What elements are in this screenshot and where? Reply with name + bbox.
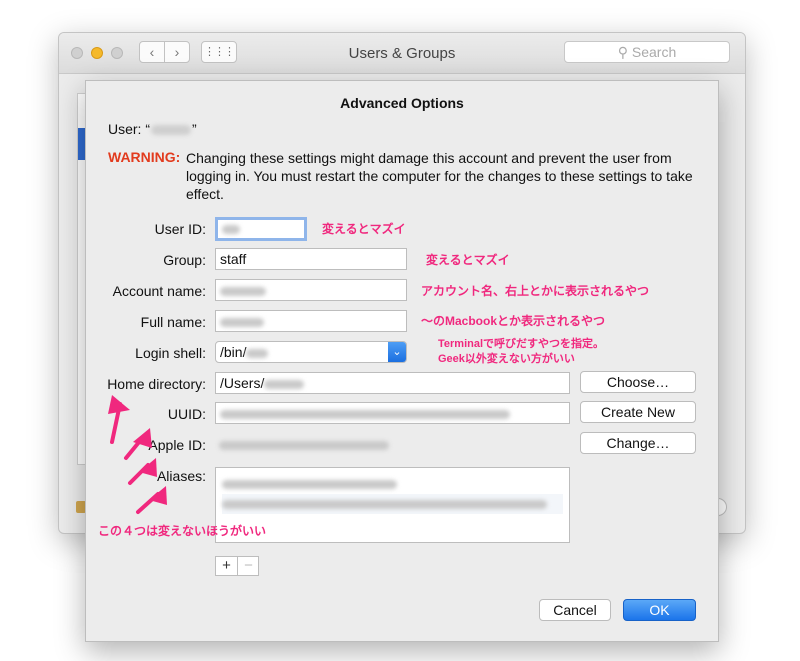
- annotation-arrows: [108, 395, 167, 514]
- arrow-apple-id-head: [139, 458, 157, 477]
- arrow-home-directory-head: [108, 395, 130, 414]
